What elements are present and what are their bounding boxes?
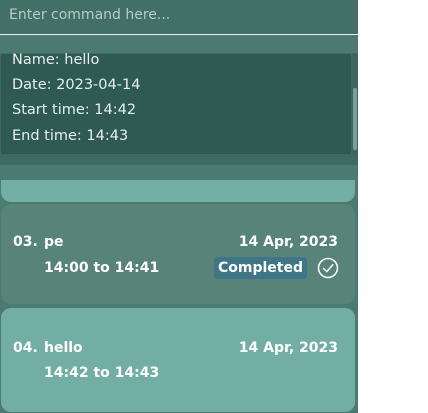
task-name: hello bbox=[44, 340, 83, 356]
result-line-start-time: Start time: 14:42 bbox=[12, 102, 137, 118]
task-time: 14:00 to 14:41 bbox=[44, 260, 160, 276]
task-index: 03. bbox=[13, 234, 38, 250]
task-date: 14 Apr, 2023 bbox=[238, 340, 338, 356]
task-name: pe bbox=[44, 234, 64, 250]
panel-divider bbox=[0, 155, 358, 165]
command-box bbox=[0, 0, 358, 35]
task-card-03[interactable]: 03. pe 14 Apr, 2023 14:00 to 14:41 Compl… bbox=[1, 204, 355, 304]
result-line-end-time: End time: 14:43 bbox=[12, 128, 129, 144]
status-badge: Completed bbox=[213, 257, 307, 279]
check-circle-icon bbox=[317, 257, 339, 279]
result-scrollbar-thumb[interactable] bbox=[353, 88, 357, 150]
task-card-04[interactable]: 04. hello 14 Apr, 2023 14:42 to 14:43 bbox=[1, 308, 355, 412]
app-window: Name: hello Date: 2023-04-14 Start time:… bbox=[0, 0, 358, 413]
task-time: 14:42 to 14:43 bbox=[44, 365, 160, 381]
command-input[interactable] bbox=[0, 0, 358, 30]
task-index: 04. bbox=[13, 340, 38, 356]
result-line-date: Date: 2023-04-14 bbox=[12, 77, 141, 93]
list-item-previous[interactable] bbox=[1, 180, 355, 202]
result-line-name: Name: hello bbox=[12, 52, 100, 68]
task-date: 14 Apr, 2023 bbox=[238, 234, 338, 250]
result-display: Name: hello Date: 2023-04-14 Start time:… bbox=[0, 52, 352, 155]
